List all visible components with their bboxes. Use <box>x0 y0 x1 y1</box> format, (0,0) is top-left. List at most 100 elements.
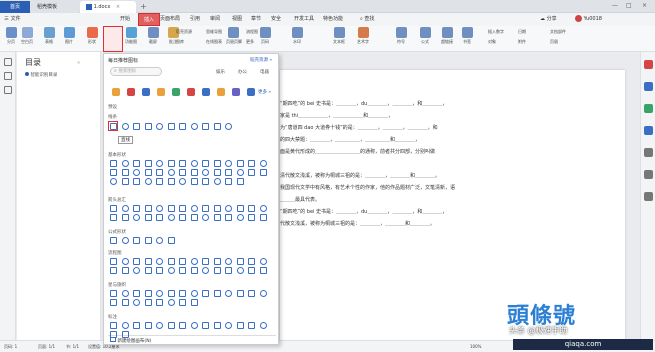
flowchart-shape-20[interactable] <box>179 267 186 274</box>
basic-shape-23[interactable] <box>213 169 221 176</box>
star-shape-2[interactable] <box>133 290 140 297</box>
smart-toc-item[interactable]: 智能识别目录 <box>25 72 57 78</box>
arrow-shape-2[interactable] <box>133 205 140 212</box>
recommended-icon-7[interactable] <box>217 88 225 96</box>
flowchart-shape-5[interactable] <box>167 258 175 265</box>
flowchart-shape-25[interactable] <box>236 267 244 274</box>
basic-shape-6[interactable] <box>179 160 186 167</box>
line-shape-7[interactable] <box>190 123 198 130</box>
arrow-shape-17[interactable] <box>144 214 152 221</box>
flowchart-shape-3[interactable] <box>144 258 152 265</box>
arrow-shape-4[interactable] <box>156 205 163 212</box>
arrow-shape-15[interactable] <box>121 214 129 221</box>
line-shape-8[interactable] <box>202 123 209 130</box>
basic-shape-1[interactable] <box>121 160 129 167</box>
tab-template[interactable]: 稻壳模板 <box>31 1 79 13</box>
menu-item-0[interactable]: 开始 <box>120 13 130 26</box>
star-shape-15[interactable] <box>121 299 129 306</box>
right-tool-icon-6[interactable] <box>644 192 653 201</box>
basic-shape-36[interactable] <box>202 178 209 185</box>
ribbon-small-9[interactable]: 附件 <box>518 39 526 45</box>
file-menu[interactable]: 三 文件 <box>4 13 21 26</box>
star-shape-19[interactable] <box>167 299 175 306</box>
callout-shape-8[interactable] <box>202 322 209 329</box>
flowchart-shape-27[interactable] <box>259 267 267 274</box>
star-shape-16[interactable] <box>133 299 140 306</box>
formula-shape-3[interactable] <box>144 237 152 244</box>
ribbon-btn-3[interactable]: 图片 <box>62 27 76 45</box>
flowchart-shape-10[interactable] <box>225 258 232 265</box>
basic-shape-26[interactable] <box>248 169 255 176</box>
new-tab-button[interactable]: + <box>140 2 147 11</box>
basic-shape-25[interactable] <box>236 169 244 176</box>
flowchart-shape-2[interactable] <box>133 258 140 265</box>
zoom-level[interactable]: 100% <box>470 344 481 349</box>
flowchart-shape-21[interactable] <box>190 267 198 274</box>
line-shape-9[interactable] <box>213 123 221 130</box>
star-shape-6[interactable] <box>179 290 186 297</box>
arrow-shape-8[interactable] <box>202 205 209 212</box>
ribbon-btn-1[interactable]: 空白页 <box>20 27 34 45</box>
recommended-icon-2[interactable] <box>142 88 150 96</box>
star-shape-9[interactable] <box>213 290 221 297</box>
line-shape-0[interactable] <box>110 123 117 130</box>
recommended-icon-9[interactable] <box>247 88 255 96</box>
menu-item-4[interactable]: 审阅 <box>210 13 220 26</box>
close-window-button[interactable]: × <box>642 2 647 9</box>
ribbon-btn-10[interactable]: 页码 <box>258 27 272 45</box>
arrow-shape-5[interactable] <box>167 205 175 212</box>
maximize-button[interactable]: □ <box>626 2 632 9</box>
arrow-shape-11[interactable] <box>236 205 244 212</box>
star-shape-21[interactable] <box>190 299 198 306</box>
arrow-shape-0[interactable] <box>110 205 117 212</box>
star-shape-17[interactable] <box>144 299 152 306</box>
ribbon-small-10[interactable]: 文档部件 <box>550 29 566 35</box>
formula-shape-5[interactable] <box>167 237 175 244</box>
star-shape-12[interactable] <box>248 290 255 297</box>
flowchart-shape-8[interactable] <box>202 258 209 265</box>
arrow-shape-23[interactable] <box>213 214 221 221</box>
flowchart-shape-12[interactable] <box>248 258 255 265</box>
docer-resource-link[interactable]: 稻壳资源 » <box>250 57 272 63</box>
ribbon-btn-15[interactable]: 公式 <box>418 27 432 45</box>
arrow-shape-26[interactable] <box>248 214 255 221</box>
arrow-shape-20[interactable] <box>179 214 186 221</box>
star-shape-18[interactable] <box>156 299 163 306</box>
basic-shape-30[interactable] <box>133 178 140 185</box>
basic-shape-19[interactable] <box>167 169 175 176</box>
star-shape-1[interactable] <box>121 290 129 297</box>
basic-shape-33[interactable] <box>167 178 175 185</box>
callout-shape-9[interactable] <box>213 322 221 329</box>
callout-shape-6[interactable] <box>179 322 186 329</box>
ribbon-small-1[interactable]: 图库 <box>176 39 184 45</box>
basic-shape-27[interactable] <box>259 169 267 176</box>
flowchart-shape-15[interactable] <box>121 267 129 274</box>
basic-shape-32[interactable] <box>156 178 163 185</box>
flowchart-shape-23[interactable] <box>213 267 221 274</box>
star-shape-10[interactable] <box>225 290 232 297</box>
more-icons-link[interactable]: 更多 » <box>258 89 271 95</box>
ribbon-btn-16[interactable]: 超链接 <box>440 27 454 45</box>
ribbon-small-6[interactable]: 插入数字 <box>488 29 504 35</box>
ribbon-btn-13[interactable]: 艺术字 <box>356 27 370 45</box>
basic-shape-21[interactable] <box>190 169 198 176</box>
user-account[interactable]: Yu0018 <box>575 13 602 26</box>
basic-shape-15[interactable] <box>121 169 129 176</box>
recommended-icon-5[interactable] <box>187 88 195 96</box>
menu-item-8[interactable]: 开发工具 <box>294 13 314 26</box>
callout-shape-7[interactable] <box>190 322 198 329</box>
menu-item-5[interactable]: 视图 <box>232 13 242 26</box>
basic-shape-0[interactable] <box>110 160 117 167</box>
star-shape-13[interactable] <box>259 290 267 297</box>
formula-shape-1[interactable] <box>121 237 129 244</box>
new-canvas-button[interactable]: 新建绘图画布(N) <box>110 337 151 344</box>
flowchart-shape-13[interactable] <box>259 258 267 265</box>
basic-shape-9[interactable] <box>213 160 221 167</box>
flowchart-shape-24[interactable] <box>225 267 232 274</box>
tab-document[interactable]: 1.docx × <box>80 1 136 13</box>
basic-shape-16[interactable] <box>133 169 140 176</box>
basic-shape-22[interactable] <box>202 169 209 176</box>
ribbon-small-7[interactable]: 对象 <box>488 39 496 45</box>
flowchart-shape-0[interactable] <box>110 258 117 265</box>
menu-item-3[interactable]: 引用 <box>190 13 200 26</box>
